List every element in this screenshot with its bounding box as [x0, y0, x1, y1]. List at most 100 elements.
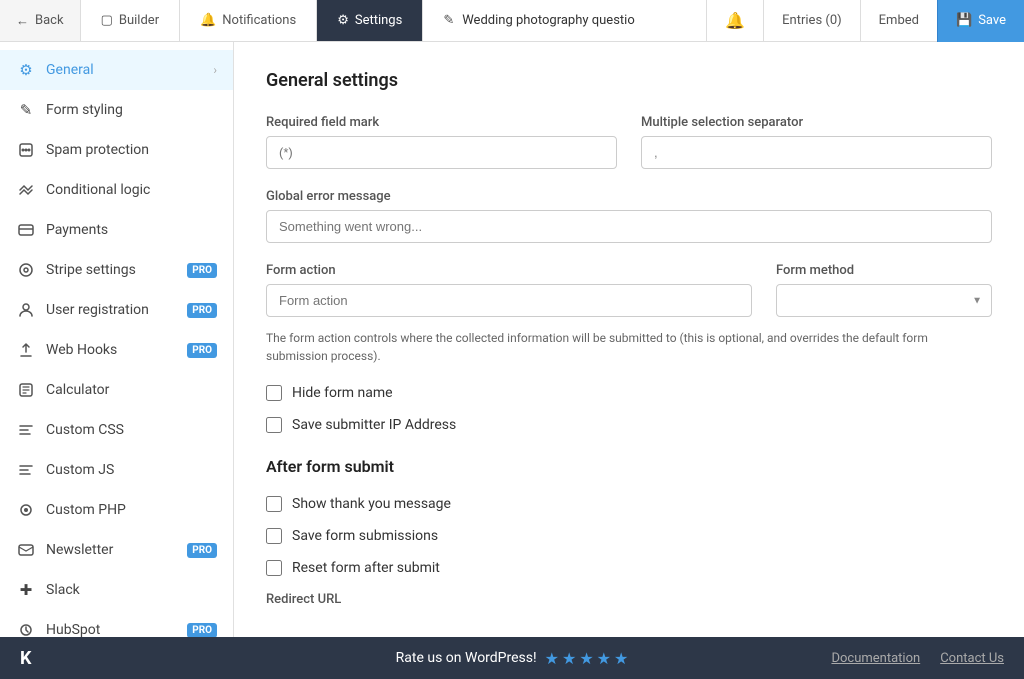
- save-ip-checkbox[interactable]: [266, 417, 282, 433]
- back-button[interactable]: ← Back: [0, 0, 81, 41]
- sidebar-label-form-styling: Form styling: [46, 102, 217, 118]
- checkbox-save-submissions[interactable]: Save form submissions: [266, 528, 992, 544]
- sidebar-label-conditional-logic: Conditional logic: [46, 182, 217, 198]
- sidebar-item-user-registration[interactable]: User registration PRO: [0, 290, 233, 330]
- sidebar-label-stripe-settings: Stripe settings: [46, 262, 177, 278]
- sidebar-item-spam-protection[interactable]: Spam protection: [0, 130, 233, 170]
- sidebar-label-general: General: [46, 62, 203, 78]
- sidebar-label-hubspot: HubSpot: [46, 622, 177, 637]
- page-title: General settings: [266, 70, 992, 91]
- builder-label: Builder: [119, 13, 159, 28]
- sidebar-label-custom-css: Custom CSS: [46, 422, 217, 438]
- form-group-form-action: Form action: [266, 263, 752, 317]
- form-group-required-mark: Required field mark: [266, 115, 617, 169]
- save-submissions-checkbox[interactable]: [266, 528, 282, 544]
- error-message-input[interactable]: [266, 210, 992, 243]
- web-hooks-pro-badge: PRO: [187, 343, 217, 358]
- star-1: ★: [545, 649, 559, 668]
- embed-button[interactable]: Embed: [860, 0, 937, 42]
- top-navigation: ← Back ▢ Builder 🔔 Notifications ⚙ Setti…: [0, 0, 1024, 42]
- documentation-link[interactable]: Documentation: [831, 651, 920, 666]
- general-icon: ⚙: [16, 60, 36, 80]
- show-thank-you-checkbox[interactable]: [266, 496, 282, 512]
- checkbox-save-ip[interactable]: Save submitter IP Address: [266, 417, 992, 433]
- redirect-url-label: Redirect URL: [266, 592, 992, 607]
- form-row-field-mark: Required field mark Multiple selection s…: [266, 115, 992, 169]
- sidebar-item-custom-js[interactable]: Custom JS: [0, 450, 233, 490]
- main-content: General settings Required field mark Mul…: [234, 42, 1024, 637]
- save-label: Save: [978, 13, 1006, 28]
- sidebar-item-newsletter[interactable]: Newsletter PRO: [0, 530, 233, 570]
- form-row-redirect: Redirect URL: [266, 592, 992, 607]
- main-layout: ⚙ General › ✎ Form styling Spam protecti…: [0, 42, 1024, 637]
- footer-logo: K: [20, 648, 31, 669]
- form-row-action-hint: The form action controls where the colle…: [266, 325, 992, 365]
- user-registration-icon: [16, 300, 36, 320]
- slack-icon: ✚: [16, 580, 36, 600]
- reset-form-label: Reset form after submit: [292, 560, 440, 576]
- edit-icon: ✎: [443, 13, 454, 28]
- embed-label: Embed: [879, 13, 919, 28]
- sidebar-item-conditional-logic[interactable]: Conditional logic: [0, 170, 233, 210]
- sidebar-label-newsletter: Newsletter: [46, 542, 177, 558]
- entries-button[interactable]: Entries (0): [763, 0, 860, 42]
- newsletter-icon: [16, 540, 36, 560]
- sidebar-item-calculator[interactable]: Calculator: [0, 370, 233, 410]
- form-action-label: Form action: [266, 263, 752, 278]
- separator-input[interactable]: [641, 136, 992, 169]
- bell-button[interactable]: 🔔: [706, 0, 763, 42]
- required-mark-input[interactable]: [266, 136, 617, 169]
- chevron-right-icon: ›: [213, 63, 217, 77]
- sidebar-item-custom-css[interactable]: Custom CSS: [0, 410, 233, 450]
- separator-label: Multiple selection separator: [641, 115, 992, 130]
- star-rating: ★ ★ ★ ★ ★: [545, 649, 629, 668]
- notifications-icon: 🔔: [200, 13, 216, 28]
- contact-us-link[interactable]: Contact Us: [940, 651, 1004, 666]
- sidebar-item-custom-php[interactable]: Custom PHP: [0, 490, 233, 530]
- footer: K Rate us on WordPress! ★ ★ ★ ★ ★ Docume…: [0, 637, 1024, 679]
- form-group-form-method: Form method GET POST: [776, 263, 992, 317]
- form-action-input[interactable]: [266, 284, 752, 317]
- form-row-error-message: Global error message: [266, 189, 992, 243]
- bell-icon: 🔔: [725, 11, 745, 30]
- checkbox-hide-form-name[interactable]: Hide form name: [266, 385, 992, 401]
- notifications-label: Notifications: [222, 13, 296, 28]
- checkbox-show-thank-you[interactable]: Show thank you message: [266, 496, 992, 512]
- sidebar-item-web-hooks[interactable]: Web Hooks PRO: [0, 330, 233, 370]
- footer-rating: Rate us on WordPress! ★ ★ ★ ★ ★: [396, 649, 629, 668]
- sidebar-item-form-styling[interactable]: ✎ Form styling: [0, 90, 233, 130]
- hide-form-name-label: Hide form name: [292, 385, 393, 401]
- after-submit-title: After form submit: [266, 457, 992, 476]
- hubspot-icon: [16, 620, 36, 637]
- spam-protection-icon: [16, 140, 36, 160]
- calculator-icon: [16, 380, 36, 400]
- form-group-separator: Multiple selection separator: [641, 115, 992, 169]
- reset-form-checkbox[interactable]: [266, 560, 282, 576]
- save-submissions-label: Save form submissions: [292, 528, 438, 544]
- payments-icon: [16, 220, 36, 240]
- stripe-settings-icon: [16, 260, 36, 280]
- settings-label: Settings: [355, 13, 402, 28]
- sidebar-item-payments[interactable]: Payments: [0, 210, 233, 250]
- sidebar-item-hubspot[interactable]: HubSpot PRO: [0, 610, 233, 637]
- sidebar-item-slack[interactable]: ✚ Slack: [0, 570, 233, 610]
- sidebar-label-custom-php: Custom PHP: [46, 502, 217, 518]
- builder-icon: ▢: [101, 13, 113, 28]
- sidebar-item-stripe-settings[interactable]: Stripe settings PRO: [0, 250, 233, 290]
- form-title-area: ✎ Wedding photography questio: [423, 13, 706, 28]
- conditional-logic-icon: [16, 180, 36, 200]
- sidebar-item-general[interactable]: ⚙ General ›: [0, 50, 233, 90]
- tab-builder[interactable]: ▢ Builder: [81, 0, 181, 41]
- star-3: ★: [579, 649, 593, 668]
- hide-form-name-checkbox[interactable]: [266, 385, 282, 401]
- form-method-select[interactable]: GET POST: [776, 284, 992, 317]
- sidebar-label-calculator: Calculator: [46, 382, 217, 398]
- checkbox-reset-form[interactable]: Reset form after submit: [266, 560, 992, 576]
- tab-notifications[interactable]: 🔔 Notifications: [180, 0, 317, 41]
- hubspot-pro-badge: PRO: [187, 623, 217, 638]
- tab-settings[interactable]: ⚙ Settings: [317, 0, 423, 41]
- form-styling-icon: ✎: [16, 100, 36, 120]
- sidebar-label-payments: Payments: [46, 222, 217, 238]
- save-button[interactable]: 💾 Save: [937, 0, 1024, 42]
- star-2: ★: [562, 649, 576, 668]
